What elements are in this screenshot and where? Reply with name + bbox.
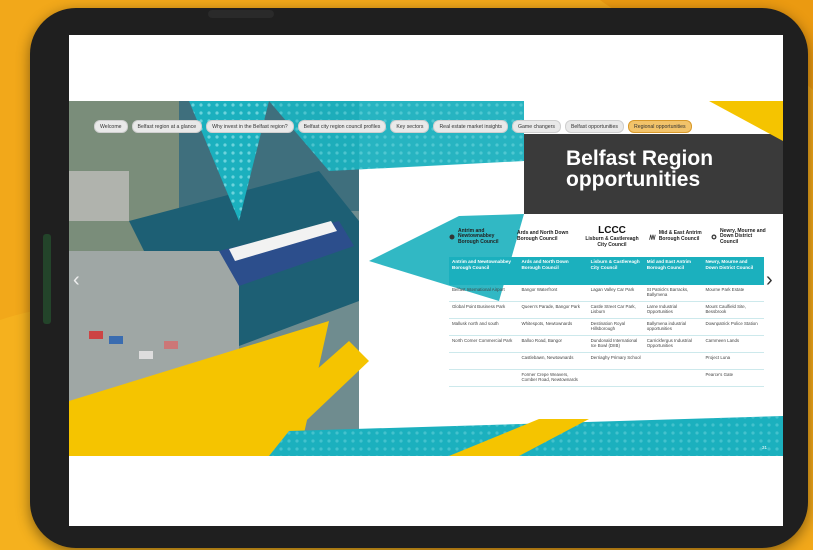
table-cell: Whitespots, Newtownards	[518, 318, 588, 336]
mid-east-antrim-logo: Mid & East Antrim Borough Council	[649, 219, 707, 255]
table-header-cell: Lisburn & Castlereagh City Council	[587, 257, 644, 285]
nav-pill-region-at-a-glance[interactable]: Belfast region at a glance	[131, 120, 203, 133]
table-cell: Belfast International Airport	[449, 285, 519, 302]
nav-pill-belfast-opportunities[interactable]: Belfast opportunities	[564, 120, 624, 133]
table-cell: North Corner Commercial Park	[449, 335, 519, 353]
table-row: Former Crepe Weavers, Comber Road, Newto…	[449, 369, 764, 387]
section-nav: Welcome Belfast region at a glance Why i…	[94, 120, 692, 133]
table-header-cell: Newry, Mourne and Down District Council	[702, 257, 764, 285]
tablet-side-button	[43, 234, 51, 324]
table-cell	[587, 369, 644, 387]
newry-mourne-down-logo: Newry, Mourne and Down District Council	[711, 219, 769, 255]
table-cell: St Patrick's Barracks, Ballymena	[643, 285, 703, 302]
table-cell: Pearce's Gate	[702, 369, 764, 387]
nav-pill-welcome[interactable]: Welcome	[94, 120, 128, 133]
table-cell: Mallusk north and south	[449, 318, 519, 336]
tablet-power-button	[208, 10, 274, 18]
table-cell: Former Crepe Weavers, Comber Road, Newto…	[518, 369, 588, 387]
title-line-1: Belfast Region	[566, 147, 714, 170]
table-header-cell: Ards and North Down Borough Council	[518, 257, 588, 285]
table-cell: Lagan Valley Car Park	[587, 285, 644, 302]
table-cell	[449, 369, 519, 387]
table-cell: Dundonald International Ice Bowl (DIIB)	[587, 335, 644, 353]
table-row: Castlebawn, Newtownards Derriaghy Primar…	[449, 352, 764, 370]
harbour-aerial-photo	[69, 101, 359, 456]
nav-pill-why-invest[interactable]: Why invest in the Belfast region?	[206, 120, 294, 133]
table-cell: Project Luna	[702, 352, 764, 370]
table-cell: Carrickfergus Industrial Opportunities	[643, 335, 703, 353]
nav-pill-council-profiles[interactable]: Belfast city region council profiles	[297, 120, 387, 133]
table-cell: Ballymena industrial opportunities	[643, 318, 703, 336]
table-header-row: Antrim and Newtownabbey Borough Council …	[449, 257, 764, 285]
table-header-cell: Mid and East Antrim Borough Council	[643, 257, 703, 285]
title-line-2: opportunities	[566, 168, 701, 191]
nav-pill-game-changers[interactable]: Game changers	[512, 120, 561, 133]
table-cell: Castlebawn, Newtownards	[518, 352, 588, 370]
table-row: Mallusk north and south Whitespots, Newt…	[449, 318, 764, 336]
newry-emblem-icon	[711, 234, 717, 240]
table-cell: Balloo Road, Bangor	[518, 335, 588, 353]
table-cell: Destination Royal Hillsborough	[587, 318, 644, 336]
table-cell: Carnmeen Lands	[702, 335, 764, 353]
table-row: Belfast International Airport Bangor Wat…	[449, 285, 764, 302]
ards-north-down-logo: Ards and North Down Borough Council	[517, 230, 569, 242]
table-row: Global Point Business Park Queen's Parad…	[449, 301, 764, 319]
nav-pill-key-sectors[interactable]: Key sectors	[390, 120, 430, 133]
slide: Welcome Belfast region at a glance Why i…	[69, 101, 783, 456]
lccc-logo: LCCC Lisburn & Castlereagh City Council	[585, 225, 639, 248]
tablet-screen: Welcome Belfast region at a glance Why i…	[69, 35, 783, 526]
table-cell: Mourne Park Estate	[702, 285, 764, 302]
table-cell: Larne Industrial Opportunities	[643, 301, 703, 319]
nav-pill-regional-opportunities[interactable]: Regional opportunities	[627, 120, 692, 133]
table-cell	[643, 352, 703, 370]
opportunities-table: Antrim and Newtownabbey Borough Council …	[449, 257, 764, 387]
antrim-crest-icon	[449, 234, 455, 240]
table-cell: Global Point Business Park	[449, 301, 519, 319]
table-cell: Mount Caulfield Site, Bessbrook	[702, 301, 764, 319]
next-slide-arrow-icon[interactable]: ›	[766, 269, 773, 292]
table-cell: Queen's Parade, Bangor Park	[518, 301, 588, 319]
antrim-newtownabbey-logo: Antrim and Newtownabbey Borough Council	[449, 219, 511, 255]
table-cell: Castle Street Car Park, Lisburn	[587, 301, 644, 319]
table-cell: Derriaghy Primary School	[587, 352, 644, 370]
table-row: North Corner Commercial Park Balloo Road…	[449, 335, 764, 353]
table-cell: Bangor Waterfront	[518, 285, 588, 302]
previous-slide-arrow-icon[interactable]: ‹	[73, 269, 80, 292]
nav-pill-real-estate[interactable]: Real estate market insights	[433, 120, 509, 133]
council-logos: Antrim and Newtownabbey Borough Council …	[449, 219, 769, 259]
page-number: 31	[762, 445, 768, 450]
table-header-cell: Antrim and Newtownabbey Borough Council	[449, 257, 519, 285]
table-cell: Downpatrick Police Station	[702, 318, 764, 336]
table-cell	[643, 369, 703, 387]
slide-title: Belfast Region opportunities	[566, 148, 713, 190]
table-cell	[449, 352, 519, 370]
mid-east-antrim-emblem-icon	[649, 234, 656, 240]
